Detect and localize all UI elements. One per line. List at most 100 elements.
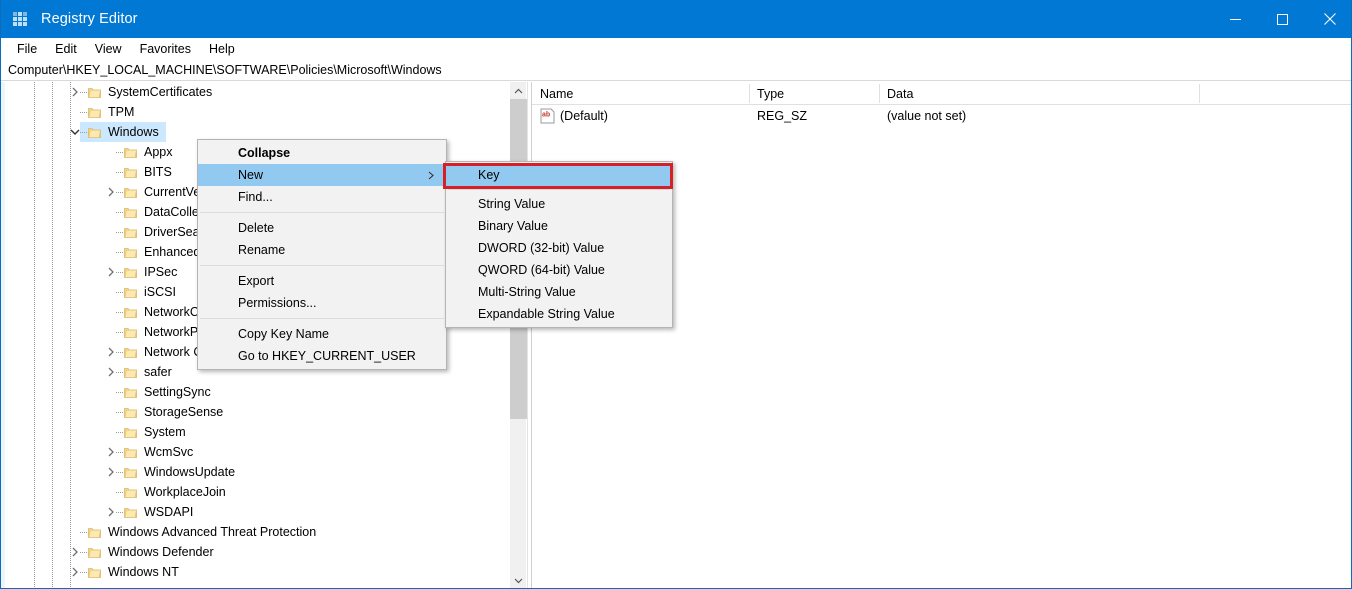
submenu-item-qword-64-bit-value[interactable]: QWORD (64-bit) Value <box>446 259 672 281</box>
string-value-ab-icon: ab <box>540 108 555 124</box>
folder-icon <box>124 306 137 319</box>
tree-item-windows-nt[interactable]: Windows NT <box>5 562 509 582</box>
folder-icon <box>88 126 101 139</box>
tree-item-wsdapi[interactable]: WSDAPI <box>5 502 509 522</box>
menu-favorites[interactable]: Favorites <box>131 40 200 58</box>
chevron-down-icon[interactable] <box>68 122 82 142</box>
maximize-button[interactable] <box>1259 0 1306 38</box>
tree-item-label: WcmSvc <box>144 445 194 459</box>
tree-item-windows-advanced-threat-protection[interactable]: Windows Advanced Threat Protection <box>5 522 509 542</box>
scroll-up-arrow-icon[interactable] <box>510 82 527 99</box>
menu-separator <box>200 265 444 266</box>
tree-item-system[interactable]: System <box>5 422 509 442</box>
tree-scrollbar[interactable] <box>509 82 527 588</box>
menu-bar: File Edit View Favorites Help <box>1 38 1351 59</box>
menu-view[interactable]: View <box>86 40 131 58</box>
chevron-right-icon[interactable] <box>104 342 118 362</box>
svg-text:ab: ab <box>542 112 550 119</box>
submenu-item-label: QWORD (64-bit) Value <box>478 263 605 277</box>
context-menu-item-go-to-hkey-current-user[interactable]: Go to HKEY_CURRENT_USER <box>198 345 446 367</box>
submenu-item-binary-value[interactable]: Binary Value <box>446 215 672 237</box>
column-header-name[interactable]: Name <box>532 82 749 105</box>
pane-divider[interactable] <box>527 82 528 588</box>
submenu-item-label: Multi-String Value <box>478 285 576 299</box>
tree-connector <box>116 332 124 333</box>
table-row[interactable]: ab (Default) REG_SZ (value not set) <box>532 105 1351 127</box>
folder-icon <box>88 546 101 559</box>
title-bar[interactable]: Registry Editor <box>1 0 1351 38</box>
tree-item-systemcertificates[interactable]: SystemCertificates <box>5 82 509 102</box>
list-column-headers: Name Type Data <box>532 82 1351 105</box>
context-menu-item-copy-key-name[interactable]: Copy Key Name <box>198 323 446 345</box>
tree-item-label: System <box>144 425 186 439</box>
new-submenu[interactable]: Key String Value Binary Value DWORD (32-bit… <box>445 161 673 328</box>
column-header-data[interactable]: Data <box>879 82 1199 105</box>
cell-name: (Default) <box>560 109 608 123</box>
tree-item-settingsync[interactable]: SettingSync <box>5 382 509 402</box>
chevron-right-icon[interactable] <box>104 262 118 282</box>
tree-item-label: Windows <box>108 125 159 139</box>
scroll-down-arrow-icon[interactable] <box>510 572 527 588</box>
context-menu-item-rename[interactable]: Rename <box>198 239 446 261</box>
tree-connector <box>116 172 124 173</box>
context-menu-item-delete[interactable]: Delete <box>198 217 446 239</box>
folder-icon <box>124 266 137 279</box>
menu-help[interactable]: Help <box>200 40 244 58</box>
context-menu-item-label: Copy Key Name <box>238 327 330 341</box>
column-header-type[interactable]: Type <box>749 82 879 105</box>
tree-connector <box>116 432 124 433</box>
context-menu-item-label: Export <box>238 274 275 288</box>
context-menu-item-label: Delete <box>238 221 275 235</box>
tree-item-workplacejoin[interactable]: WorkplaceJoin <box>5 482 509 502</box>
folder-icon <box>124 406 137 419</box>
context-menu-item-export[interactable]: Export <box>198 270 446 292</box>
new-submenu-items: Key String Value Binary Value DWORD (32-bit… <box>446 164 672 325</box>
tree-item-wcmsvc[interactable]: WcmSvc <box>5 442 509 462</box>
folder-icon <box>88 526 101 539</box>
chevron-right-icon[interactable] <box>104 462 118 482</box>
submenu-item-label: Expandable String Value <box>478 307 615 321</box>
chevron-right-icon[interactable] <box>68 82 82 102</box>
tree-item-windowsupdate[interactable]: WindowsUpdate <box>5 462 509 482</box>
menu-separator <box>200 212 444 213</box>
submenu-separator <box>448 189 670 190</box>
tree-connector <box>80 532 88 533</box>
folder-icon <box>88 106 101 119</box>
menu-edit[interactable]: Edit <box>46 40 86 58</box>
tree-item-storagesense[interactable]: StorageSense <box>5 402 509 422</box>
address-bar[interactable]: Computer\HKEY_LOCAL_MACHINE\SOFTWARE\Pol… <box>1 59 1351 81</box>
submenu-item-key[interactable]: Key <box>446 164 672 186</box>
chevron-right-icon[interactable] <box>68 562 82 582</box>
chevron-right-icon[interactable] <box>104 362 118 382</box>
context-menu-item-label: Rename <box>238 243 286 257</box>
tree-item-windows-defender[interactable]: Windows Defender <box>5 542 509 562</box>
close-button[interactable] <box>1306 0 1351 38</box>
minimize-button[interactable] <box>1212 0 1259 38</box>
chevron-right-icon[interactable] <box>68 542 82 562</box>
tree-connector <box>116 232 124 233</box>
tree-item-label: SystemCertificates <box>108 85 213 99</box>
chevron-right-icon[interactable] <box>104 442 118 462</box>
submenu-item-expandable-string-value[interactable]: Expandable String Value <box>446 303 672 325</box>
chevron-right-icon[interactable] <box>104 502 118 522</box>
context-menu-item-permissions[interactable]: Permissions... <box>198 292 446 314</box>
chevron-right-icon[interactable] <box>104 182 118 202</box>
submenu-item-string-value[interactable]: String Value <box>446 193 672 215</box>
folder-icon <box>124 286 137 299</box>
menu-file[interactable]: File <box>8 40 46 58</box>
tree-connector <box>116 392 124 393</box>
folder-icon <box>88 86 101 99</box>
context-menu-item-collapse[interactable]: Collapse <box>198 142 446 164</box>
registry-values-pane[interactable]: Name Type Data ab (Default) REG_SZ (valu… <box>532 82 1351 588</box>
context-menu-item-find[interactable]: Find... <box>198 186 446 208</box>
submenu-item-multi-string-value[interactable]: Multi-String Value <box>446 281 672 303</box>
tree-item-label: Windows NT <box>108 565 179 579</box>
tree-item-tpm[interactable]: TPM <box>5 102 509 122</box>
tree-connector <box>116 212 124 213</box>
context-menu-items: Collapse New Find... Delete Rename Export Perm… <box>198 142 446 367</box>
context-menu-item-new[interactable]: New <box>198 164 446 186</box>
context-menu-item-label: Permissions... <box>238 296 317 310</box>
submenu-item-dword-32-bit-value[interactable]: DWORD (32-bit) Value <box>446 237 672 259</box>
context-menu[interactable]: Collapse New Find... Delete Rename Export Perm… <box>197 139 447 370</box>
address-path: Computer\HKEY_LOCAL_MACHINE\SOFTWARE\Pol… <box>8 63 442 77</box>
